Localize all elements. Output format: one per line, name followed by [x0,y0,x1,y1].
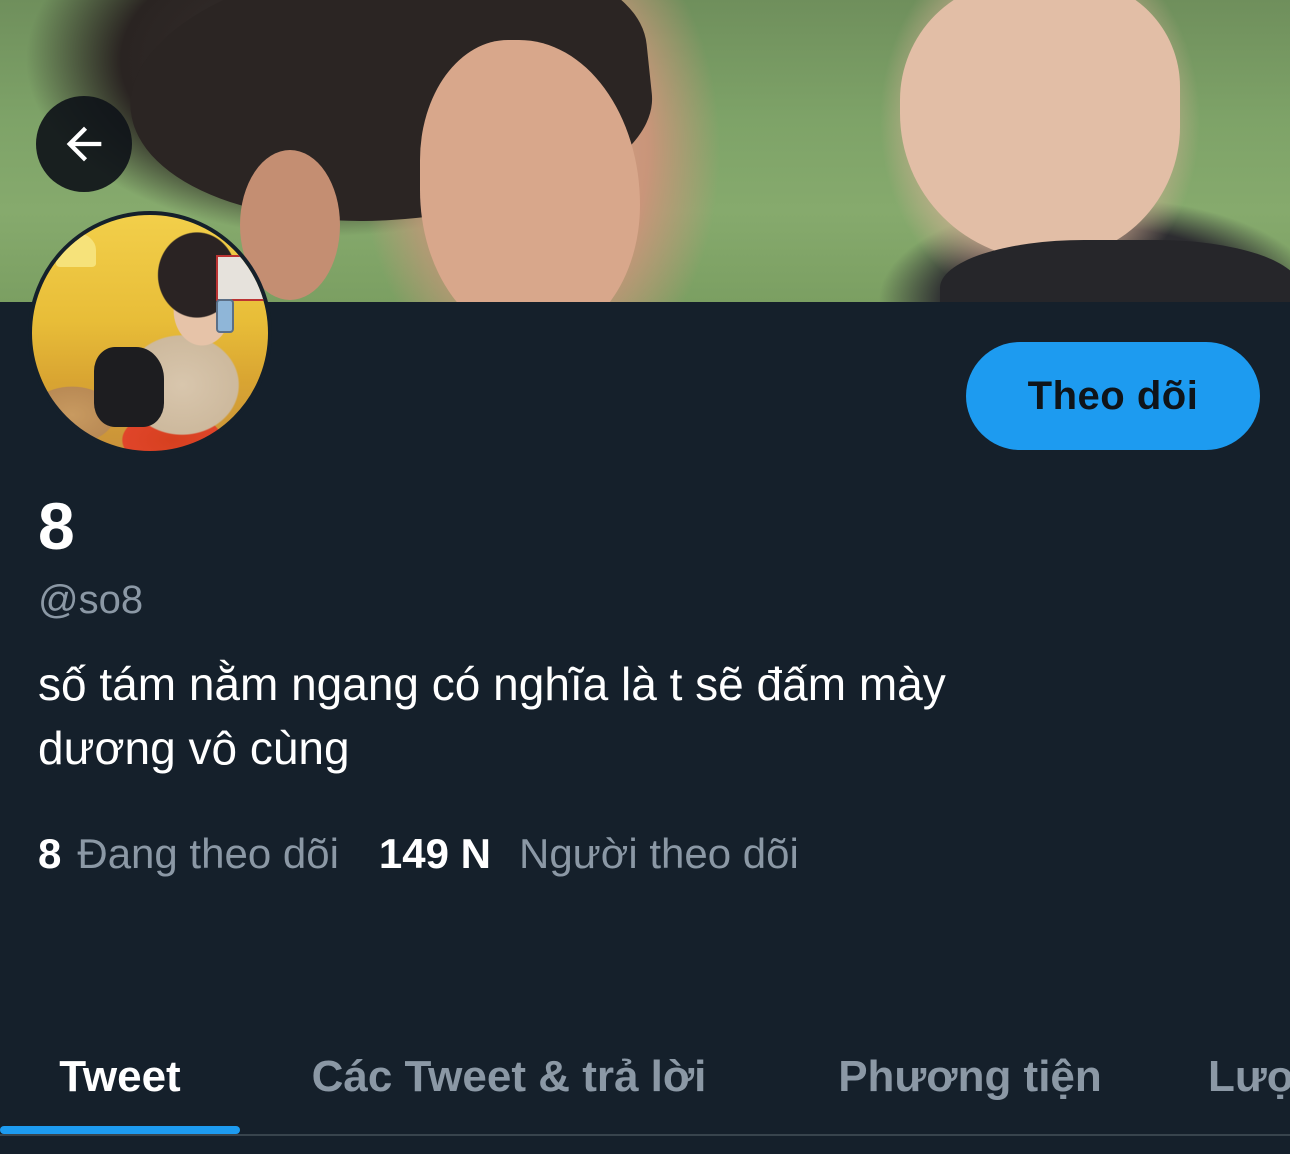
arrow-left-icon [66,126,102,162]
display-name: 8 [38,489,75,563]
avatar-pants-shape [94,347,164,427]
following-stat-link[interactable]: 8 Đang theo dõi [38,826,339,882]
avatar-lamp-shape [56,233,96,267]
following-count: 8 [38,830,62,877]
active-tab-indicator [0,1126,240,1134]
followers-label: Người theo dõi [518,830,799,877]
profile-avatar[interactable] [28,211,272,455]
bio-line-1: số tám nằm ngang có nghĩa là t sẽ đấm mà… [38,658,946,710]
tab-tweets-and-replies[interactable]: Các Tweet & trả lời [286,1010,732,1144]
tab-media[interactable]: Phương tiện [826,1010,1114,1144]
back-button[interactable] [36,96,132,192]
tab-tweets[interactable]: Tweet [40,1010,200,1144]
following-label: Đang theo dõi [77,830,339,877]
followers-count: 149 N [378,830,491,877]
profile-bio: số tám nằm ngang có nghĩa là t sẽ đấm mà… [38,652,1238,780]
bio-line-2: dương vô cùng [38,722,350,774]
follow-button[interactable]: Theo dõi [966,342,1260,450]
username-handle: @so8 [38,578,144,622]
tab-likes[interactable]: Lượt thích [1208,1010,1290,1144]
banner-hand-shape [900,0,1180,260]
profile-stats: 8 Đang theo dõi 149 N Người theo dõi [38,826,799,882]
avatar-shelf-shape [216,255,268,301]
avatar-phone-shape [216,299,234,333]
profile-page: Theo dõi 8 @so8 số tám nằm ngang có nghĩ… [0,0,1290,1154]
tabs-divider [0,1134,1290,1136]
followers-stat-link[interactable]: 149 N Người theo dõi [379,826,799,882]
